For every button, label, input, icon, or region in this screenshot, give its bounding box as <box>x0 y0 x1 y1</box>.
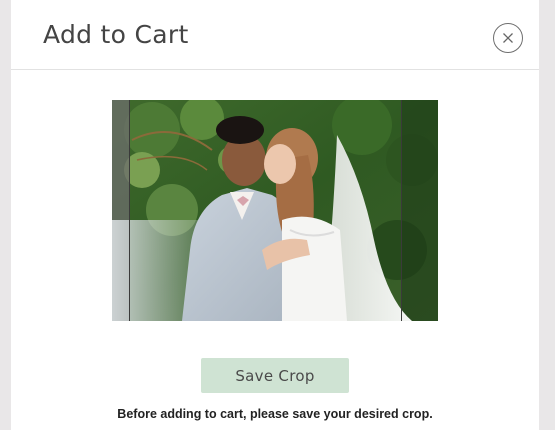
crop-selection-box[interactable] <box>129 100 402 321</box>
modal-title: Add to Cart <box>43 20 189 49</box>
save-crop-button[interactable]: Save Crop <box>201 358 349 393</box>
close-button[interactable] <box>493 23 523 53</box>
add-to-cart-modal: Add to Cart Save Crop Before adding to c… <box>11 0 539 430</box>
crop-area[interactable] <box>112 100 438 321</box>
crop-instruction-text: Before adding to cart, please save your … <box>117 407 433 421</box>
modal-header: Add to Cart <box>11 0 539 70</box>
close-icon <box>503 33 513 43</box>
